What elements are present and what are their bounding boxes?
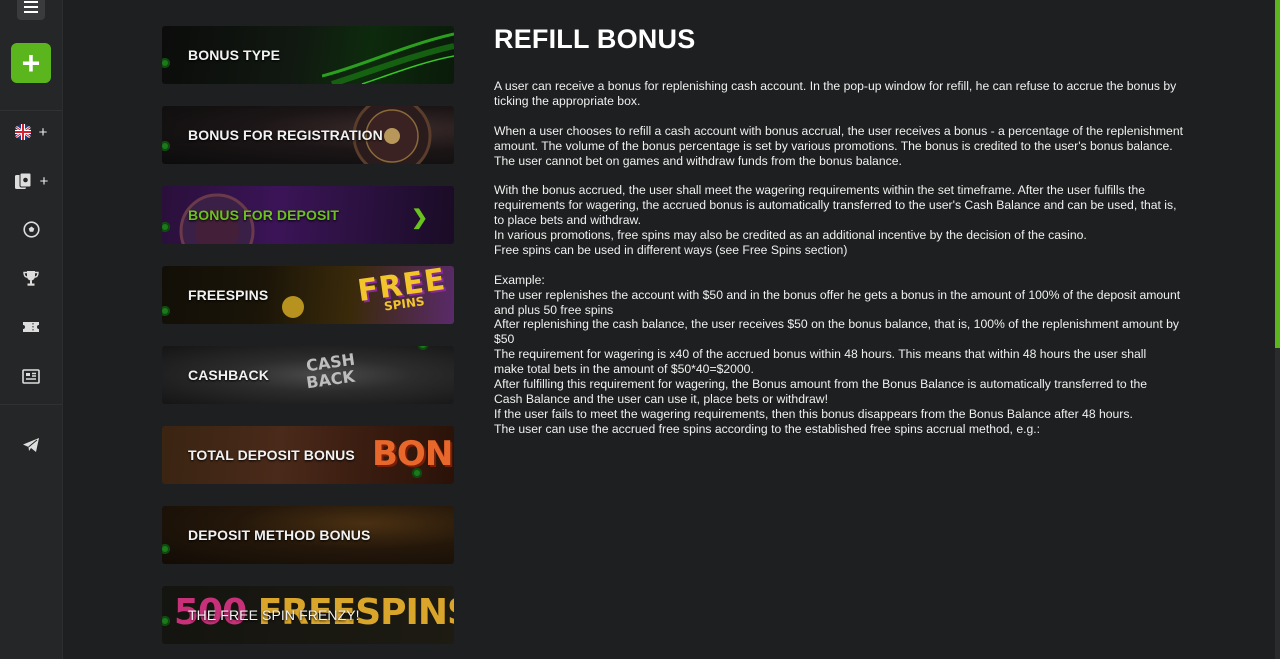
article-paragraph: When a user chooses to refill a cash acc…: [494, 123, 1183, 168]
article-paragraph: Example: The user replenishes the accoun…: [494, 272, 1181, 436]
menu-item-label: CASHBACK: [188, 367, 269, 383]
sidebar-divider: [0, 404, 62, 405]
uk-flag-icon: [14, 124, 31, 140]
cashback-art: CASH BACK: [305, 350, 356, 393]
menu-item-label: FREESPINS: [188, 287, 269, 303]
menu-item-label: DEPOSIT METHOD BONUS: [188, 527, 371, 543]
article: REFILL BONUS A user can receive a bonus …: [494, 24, 1194, 452]
clover-decoration: [162, 58, 170, 68]
clover-decoration: [418, 346, 428, 350]
sidebar-item-telegram[interactable]: [0, 430, 62, 460]
scrollbar[interactable]: [1275, 0, 1280, 659]
soccer-ball-icon: [22, 220, 40, 238]
menu-item-freespins[interactable]: FREE SPINS FREESPINS: [162, 266, 454, 324]
clover-decoration: [162, 616, 170, 626]
coin-decoration: [282, 296, 304, 318]
trophy-icon: [23, 270, 39, 286]
sidebar-divider: [0, 110, 62, 111]
menu-item-label: BONUS FOR REGISTRATION: [188, 127, 383, 143]
menu-item-label: BONUS TYPE: [188, 47, 281, 63]
clover-decoration: [162, 544, 170, 554]
menu-item-cashback[interactable]: CASH BACK CASHBACK: [162, 346, 454, 404]
cards-icon: [14, 172, 32, 189]
menu-item-label: BONUS FOR DEPOSIT: [188, 207, 340, 223]
language-plus-icon: +: [38, 123, 48, 141]
green-swoosh-decoration: [322, 32, 454, 84]
menu-item-deposit-method-bonus[interactable]: DEPOSIT METHOD BONUS: [162, 506, 454, 564]
ticket-icon: [23, 322, 39, 332]
page-title: REFILL BONUS: [494, 24, 696, 54]
menu-item-bonus-type[interactable]: BONUS TYPE: [162, 26, 454, 84]
menu-item-label: TOTAL DEPOSIT BONUS: [188, 447, 355, 463]
sidebar-item-tickets[interactable]: [0, 312, 62, 342]
article-paragraph: A user can receive a bonus for replenish…: [494, 79, 1177, 108]
menu-item-free-spin-frenzy[interactable]: 500 FREESPINS THE FREE SPIN FRENZY!: [162, 586, 454, 644]
clover-decoration: [412, 468, 422, 478]
sidebar-item-casino[interactable]: +: [0, 166, 62, 196]
sidebar-item-news[interactable]: [0, 361, 62, 391]
clover-decoration: [162, 141, 170, 151]
menu-item-bonus-for-deposit[interactable]: BONUS FOR DEPOSIT ❯: [162, 186, 454, 244]
menu-item-bonus-for-registration[interactable]: BONUS FOR REGISTRATION: [162, 106, 454, 164]
scrollbar-thumb[interactable]: [1275, 0, 1280, 348]
hamburger-menu-icon[interactable]: [17, 0, 45, 20]
frenzy-spins-art-text: SPINS: [355, 592, 454, 633]
clover-decoration: [162, 306, 170, 316]
news-icon: [22, 368, 40, 384]
menu-item-label: THE FREE SPIN FRENZY!: [188, 607, 360, 623]
article-paragraph: With the bonus accrued, the user shall m…: [494, 183, 1177, 257]
free-spins-art: FREE SPINS: [355, 266, 449, 317]
menu-item-total-deposit-bonus[interactable]: BONU TOTAL DEPOSIT BONUS: [162, 426, 454, 484]
sidebar: + + +: [0, 0, 63, 659]
add-button[interactable]: +: [11, 43, 51, 83]
sidebar-item-tournaments[interactable]: [0, 263, 62, 293]
sidebar-item-language[interactable]: +: [0, 117, 62, 147]
telegram-icon: [23, 438, 39, 452]
chevron-right-icon: ❯: [411, 207, 428, 229]
casino-plus-icon: +: [39, 172, 49, 190]
sidebar-item-sports[interactable]: [0, 214, 62, 244]
